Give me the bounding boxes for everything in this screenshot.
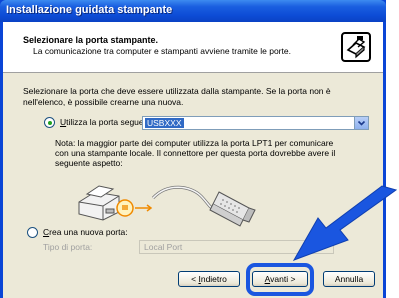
port-select-dropdown-button[interactable]	[354, 117, 368, 129]
cancel-button[interactable]: Annulla	[323, 271, 375, 287]
lpt-connector-illustration	[78, 185, 256, 227]
intro-text: Selezionare la porta che deve essere uti…	[23, 86, 331, 107]
header-title: Selezionare la porta stampante.	[23, 35, 159, 45]
port-type-label: Tipo di porta:	[43, 242, 93, 252]
port-select-value: USBXXX	[145, 118, 184, 128]
new-port-radio[interactable]	[27, 227, 38, 238]
window-title: Installazione guidata stampante	[6, 4, 173, 16]
title-bar[interactable]: Installazione guidata stampante	[0, 0, 386, 22]
note-text: Nota: la maggior parte dei computer util…	[55, 138, 336, 168]
pointer-arrow-icon	[292, 185, 398, 261]
header-subtitle: La comunicazione tra computer e stampant…	[33, 46, 291, 56]
wizard-header: Selezionare la porta stampante. La comun…	[3, 22, 383, 73]
printer-port-icon	[341, 32, 371, 62]
use-port-radio[interactable]	[44, 117, 55, 128]
new-port-label[interactable]: Crea una nuova porta:	[43, 227, 128, 237]
port-select[interactable]: USBXXX	[142, 116, 369, 130]
back-button[interactable]: < Indietro	[178, 271, 240, 287]
new-port-label-text: rea una nuova porta:	[49, 227, 128, 237]
chevron-down-icon	[357, 120, 366, 126]
back-button-text: ndietro	[200, 274, 227, 284]
